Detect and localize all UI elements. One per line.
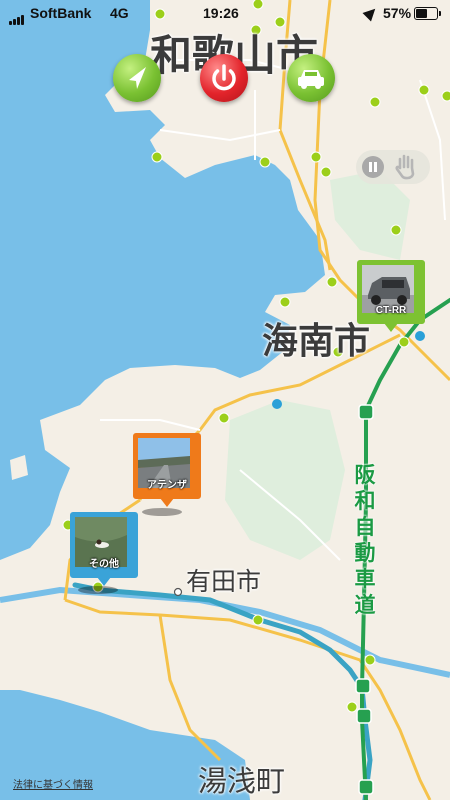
navigation-arrow-icon	[129, 67, 146, 89]
expressway-label-char: 動	[354, 541, 376, 565]
vehicle-photo: アテンザ	[138, 438, 196, 494]
expressway-label-char: 和	[354, 489, 376, 513]
expressway-label-char: 車	[354, 567, 376, 591]
vehicle-pin-atenza[interactable]: アテンザ	[133, 433, 201, 507]
clock: 19:26	[203, 5, 239, 21]
pin-label: CT-RR	[375, 305, 407, 316]
power-icon	[212, 64, 236, 91]
vehicle-photo: その他	[75, 517, 133, 573]
power-button[interactable]	[200, 54, 248, 102]
network-type: 4G	[110, 5, 129, 21]
vehicle-pin-ct-rr[interactable]: CT-RR	[357, 260, 425, 332]
hand-icon[interactable]	[392, 152, 422, 182]
vehicle-photo: CT-RR	[362, 265, 420, 319]
car-button[interactable]	[287, 54, 335, 102]
legal-info-link[interactable]: 法律に基づく情報	[13, 776, 93, 791]
pin-shadow	[142, 508, 182, 516]
status-bar: SoftBank 4G 19:26 57%	[0, 0, 450, 26]
signal-icon	[9, 9, 25, 25]
expressway-label-char: 道	[354, 593, 376, 617]
vehicle-pin-other[interactable]: その他	[70, 512, 138, 586]
expressway-label: 阪 和 自 動 車 道	[354, 462, 376, 618]
expressway-label-char: 自	[354, 515, 376, 539]
place-label-arida: 有田市	[186, 567, 262, 596]
expressway-label-char: 阪	[354, 463, 376, 487]
battery-icon	[414, 7, 441, 20]
place-label-kainan: 海南市	[262, 321, 371, 362]
place-label-yuasa: 湯浅町	[198, 764, 286, 798]
pin-shadow	[78, 586, 118, 594]
location-arrow-icon	[362, 4, 380, 22]
tracking-toggle[interactable]	[356, 150, 430, 184]
map-canvas[interactable]	[0, 0, 450, 800]
poi-marker	[173, 587, 183, 597]
carrier-name: SoftBank	[30, 5, 92, 21]
pin-label: アテンザ	[147, 480, 187, 491]
pin-label: その他	[89, 559, 119, 570]
pause-icon[interactable]	[362, 156, 384, 178]
battery-percent: 57%	[383, 5, 412, 21]
car-icon	[298, 70, 324, 89]
navigation-button[interactable]	[113, 54, 161, 102]
